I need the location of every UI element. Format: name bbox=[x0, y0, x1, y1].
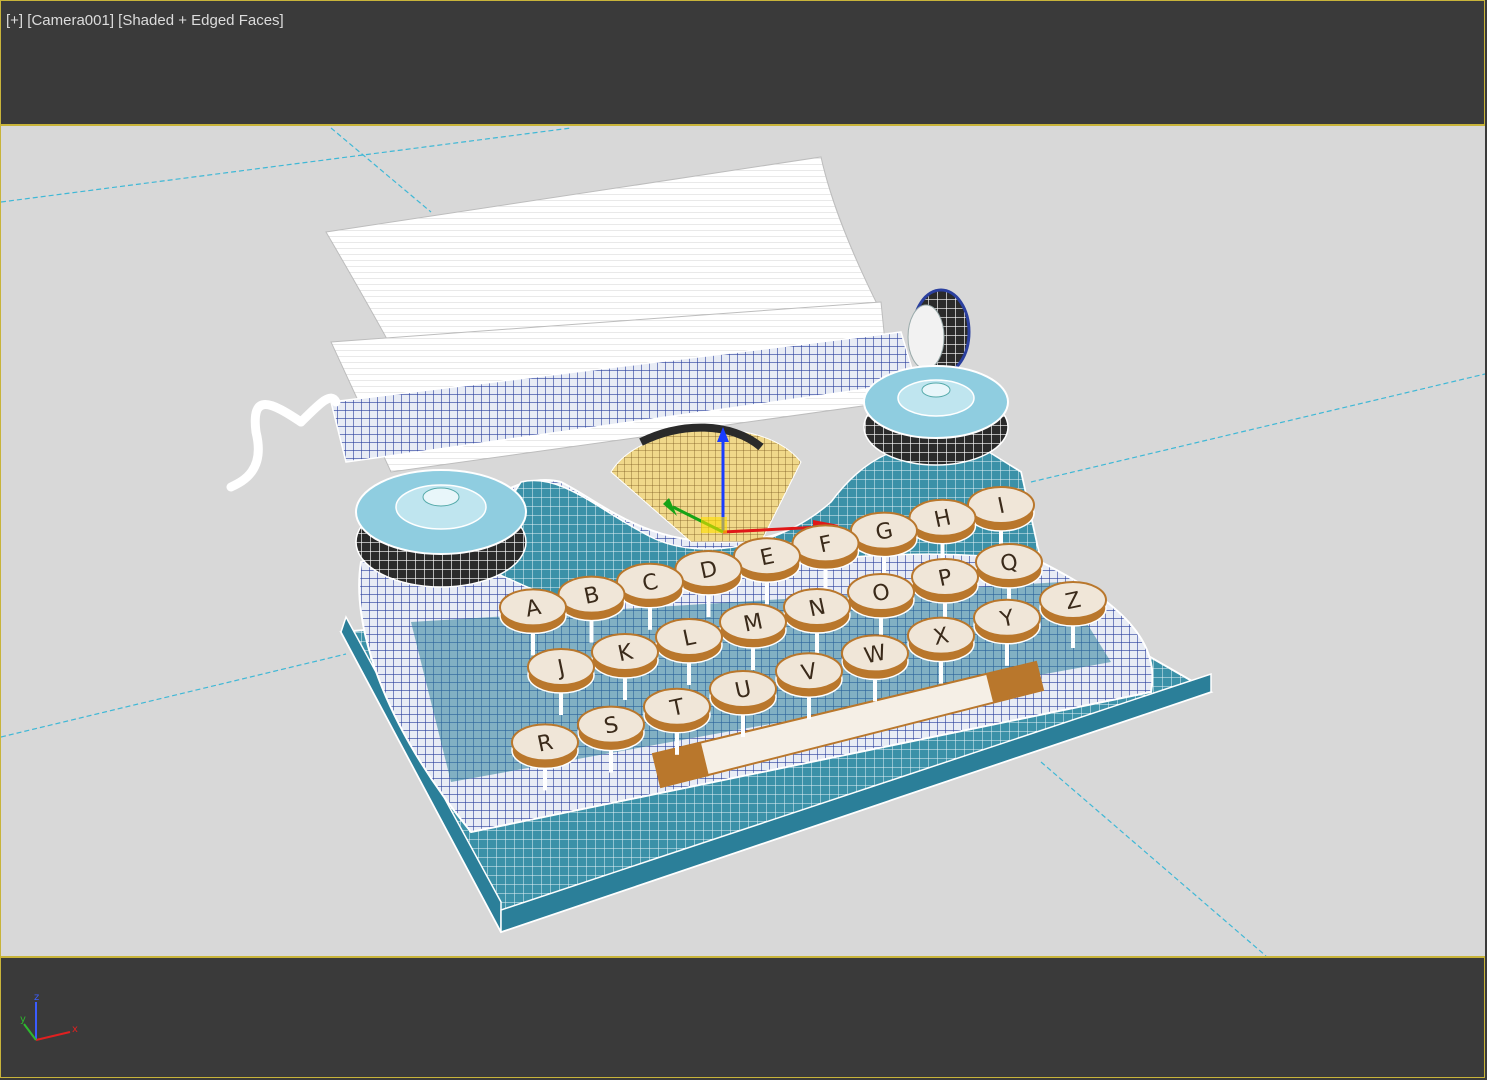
viewport-shading-menu[interactable]: [Shaded + Edged Faces] bbox=[118, 12, 284, 29]
viewport-menu-plus[interactable]: [+] bbox=[6, 12, 23, 29]
axis-tripod-icon: z x y bbox=[20, 992, 78, 1041]
ribbon-spool-right bbox=[863, 365, 1009, 466]
viewport-render-area[interactable]: IHGFEDCBAQPONMLKJZYXWVUTSR bbox=[1, 124, 1485, 958]
axis-x-label: x bbox=[72, 1024, 78, 1035]
axis-z-label: z bbox=[34, 992, 39, 1003]
typewriter-scene[interactable]: IHGFEDCBAQPONMLKJZYXWVUTSR bbox=[1, 126, 1485, 956]
carriage-return-lever bbox=[226, 393, 341, 492]
ribbon-spool-left bbox=[355, 469, 527, 588]
viewport-label: [+] [Camera001] [Shaded + Edged Faces] bbox=[6, 12, 284, 29]
axis-y-label: y bbox=[20, 1014, 26, 1025]
viewport-camera-menu[interactable]: [Camera001] bbox=[27, 12, 114, 29]
